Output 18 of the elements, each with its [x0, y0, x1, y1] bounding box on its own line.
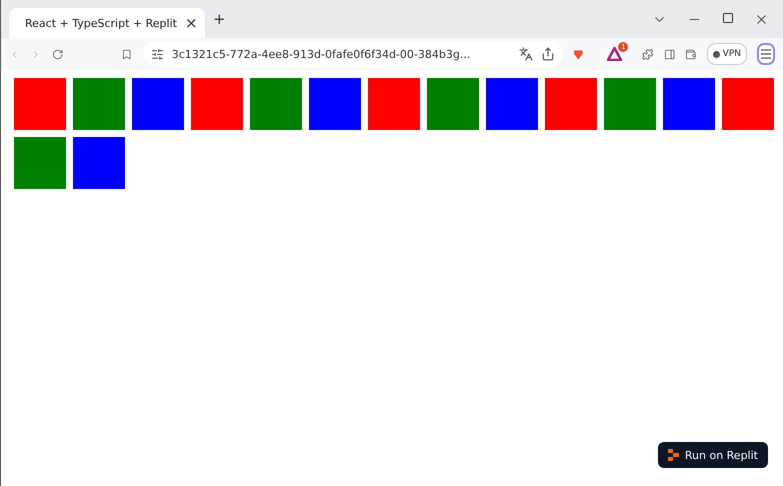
translate-icon[interactable] — [518, 47, 533, 61]
menu-button[interactable] — [757, 43, 775, 65]
maximize-icon[interactable] — [722, 12, 734, 24]
run-on-replit-button[interactable]: Run on Replit — [658, 442, 768, 468]
vpn-button[interactable]: VPN — [706, 43, 747, 65]
tab-close[interactable]: × — [184, 14, 198, 32]
menu-icon — [759, 47, 773, 61]
status-dot-icon — [712, 50, 720, 58]
replit-logo-icon — [668, 449, 679, 461]
site-settings-icon[interactable] — [150, 48, 164, 60]
new-tab[interactable]: + — [213, 10, 226, 28]
extensions-icon[interactable] — [642, 46, 654, 62]
share-icon[interactable] — [540, 47, 555, 61]
triangle-icon[interactable] — [607, 47, 622, 61]
tab-title: React + TypeScript + Replit — [25, 16, 177, 30]
browser-tab[interactable]: React + TypeScript + Replit × — [9, 8, 205, 38]
url-text: 3c1321c5-772a-4ee8-913d-0fafe0f6f34d-00-384b3g... — [172, 48, 472, 60]
address-bar[interactable]: 3c1321c5-772a-4ee8-913d-0fafe0f6f34d-00-384b3g... — [142, 41, 563, 67]
